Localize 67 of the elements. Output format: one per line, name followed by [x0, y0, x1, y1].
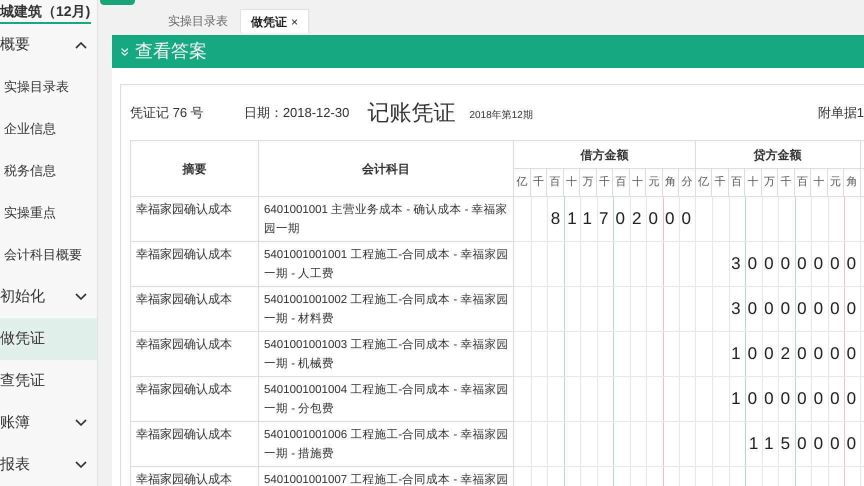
table-cell: 5401001001001 工程施工-合同成本 - 幸福家园一期 - 人工费	[264, 249, 508, 280]
amount-value: 30000000	[731, 299, 864, 319]
column-header: 贷方金额	[695, 140, 860, 168]
table-cell: 5401001001002 工程施工-合同成本 - 幸福家园一期 - 材料费	[264, 294, 508, 325]
voucher-number: 凭证记 76 号	[130, 104, 205, 122]
section-title: 查看答案	[134, 40, 207, 63]
unit-header: 十	[629, 168, 646, 196]
unit-header: 十	[810, 168, 828, 196]
unit-header: 角	[844, 168, 860, 196]
unit-header: 十	[744, 168, 762, 196]
tab[interactable]: 做凭证 ×	[240, 9, 310, 33]
column-header: 摘要	[130, 140, 258, 196]
unit-header: 百	[794, 168, 811, 196]
nav-item[interactable]: 账簿	[0, 402, 97, 444]
unit-header: 元	[827, 168, 844, 196]
voucher-title: 记账凭证	[367, 99, 456, 127]
double-chevron-icon: »	[116, 47, 132, 56]
unit-header: 亿	[514, 168, 530, 196]
nav-subitem[interactable]: 实操目录表	[0, 66, 97, 108]
column-header: 借方金额	[514, 140, 696, 168]
nav-item[interactable]: 查凭证	[0, 360, 97, 402]
voucher-period: 2018年第12期	[469, 108, 533, 123]
table-cell: 5401001001004 工程施工-合同成本 - 幸福家园一期 - 分包费	[264, 384, 508, 415]
table-cell: 6401001001 主营业务成本 - 确认成本 - 幸福家园一期	[264, 204, 508, 235]
attachments-label: 附单据1	[818, 104, 864, 122]
table-cell: 幸福家园确认成本	[136, 247, 232, 261]
unit-header: 十	[563, 168, 580, 196]
unit-header: 千	[530, 168, 546, 196]
nav-subitem[interactable]: 会计科目概要	[0, 234, 97, 276]
nav-item[interactable]: 概要	[0, 24, 97, 66]
amount-value: 10020000	[731, 344, 864, 364]
unit-header: 千	[596, 168, 612, 196]
unit-header: 角	[662, 168, 678, 196]
unit-header: 百	[612, 168, 629, 196]
table-cell: 5401001001007 工程施工-合同成本 - 幸福家园	[264, 474, 508, 486]
close-icon[interactable]: ×	[291, 12, 298, 30]
unit-header: 万	[580, 168, 596, 196]
unit-header: 千	[712, 168, 728, 196]
nav-item[interactable]: 做凭证	[0, 318, 97, 360]
table-cell: 幸福家园确认成本	[136, 472, 232, 486]
voucher-date: 日期：2018-12-30	[244, 104, 350, 122]
table-cell: 幸福家园确认成本	[136, 292, 232, 306]
nav-item[interactable]: 报表	[0, 444, 97, 486]
table-cell: 幸福家园确认成本	[136, 337, 232, 351]
unit-header: 万	[761, 168, 778, 196]
table-cell: 幸福家园确认成本	[136, 427, 232, 441]
unit-header: 元	[646, 168, 662, 196]
unit-header: 亿	[695, 168, 712, 196]
amount-value: 30000000	[731, 254, 864, 274]
top-accent-bar	[100, 0, 135, 5]
amount-value: 811702000	[550, 209, 698, 229]
nav-item[interactable]: 初始化	[0, 276, 97, 318]
table-cell: 幸福家园确认成本	[136, 382, 232, 396]
column-header: 会计科目	[258, 140, 514, 196]
amount-value: 10000000	[731, 389, 864, 409]
amount-value: 1150000	[748, 434, 864, 454]
nav-subitem[interactable]: 实操重点	[0, 192, 97, 234]
unit-header: 百	[728, 168, 745, 196]
nav-subitem[interactable]: 企业信息	[0, 108, 97, 150]
unit-header: 千	[778, 168, 794, 196]
unit-header: 百	[546, 168, 563, 196]
table-cell: 幸福家园确认成本	[136, 202, 232, 216]
table-cell: 5401001001003 工程施工-合同成本 - 幸福家园一期 - 机械费	[264, 339, 508, 370]
unit-header: 分	[678, 168, 696, 196]
tab[interactable]: 实操目录表	[158, 9, 238, 33]
nav-subitem[interactable]: 税务信息	[0, 150, 97, 192]
table-cell: 5401001001006 工程施工-合同成本 - 幸福家园一期 - 措施费	[264, 429, 508, 460]
